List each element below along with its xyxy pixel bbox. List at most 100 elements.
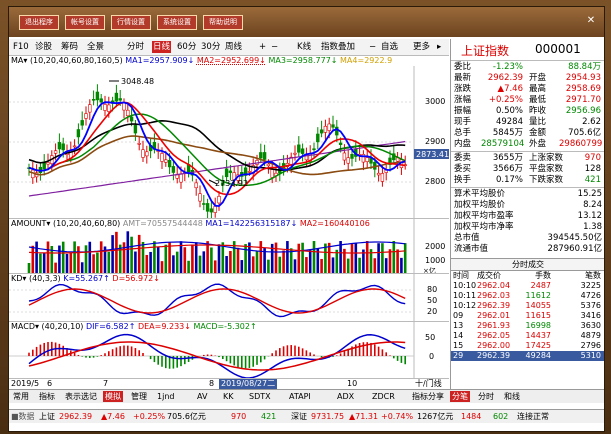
watchlist-button[interactable]: 自选	[381, 41, 398, 53]
amount-bar	[39, 253, 42, 273]
quote-label: 开盘	[529, 73, 547, 83]
amount-panel[interactable]: 2000 1000 ×亿 AMOUNT▾ (10,20,40,60,80) AM…	[9, 219, 449, 274]
tick-cell: 16998	[525, 321, 551, 330]
f10-button[interactable]: F10	[13, 41, 29, 53]
amount-bar	[130, 236, 133, 273]
quote-label: 最高	[529, 84, 547, 94]
bottom-tab[interactable]: KK	[221, 391, 236, 402]
bottom-tab[interactable]: 管理	[129, 391, 149, 402]
quote-value: 3566万	[492, 164, 523, 174]
quote-label: 金额	[529, 128, 547, 138]
amount-bar	[236, 247, 240, 273]
tick-cell: 2962.39	[477, 301, 511, 310]
amount-bar	[194, 242, 198, 273]
bottom-tab[interactable]: ADX	[335, 391, 356, 402]
bottom-tab[interactable]: 表示选记	[63, 391, 99, 402]
right-tab[interactable]: 和线	[502, 391, 522, 402]
panorama-button[interactable]: 全景	[87, 41, 104, 53]
60min-button[interactable]: 60分	[177, 41, 196, 53]
bottom-tab[interactable]: ZDCR	[370, 391, 397, 402]
candle-body	[266, 163, 271, 167]
amount-legend-0[interactable]: AMOUNT▾	[11, 219, 50, 228]
bottom-tab[interactable]: 常用	[11, 391, 31, 402]
account-settings-button[interactable]: 帐号设置	[65, 15, 105, 30]
exit-button[interactable]: 退出程序	[19, 15, 59, 30]
candle-body	[202, 203, 206, 205]
kline-svg: 3048.48 2733.92 3000 2900 2873.41 2800	[9, 66, 449, 218]
candle-body	[365, 157, 369, 162]
system-settings-button[interactable]: 系统设置	[157, 15, 197, 30]
candle-body	[338, 142, 343, 145]
tick-cell: 14	[453, 331, 464, 340]
tick-tab[interactable]: 分时成交	[451, 258, 604, 271]
kline-button[interactable]: K线	[297, 41, 311, 53]
macd-legend-0[interactable]: MACD▾	[11, 322, 39, 331]
quote-label: 下跌家数	[529, 175, 564, 185]
bottom-tab[interactable]: SDTX	[247, 391, 273, 402]
amount-bar	[388, 249, 392, 273]
amount-bar	[149, 251, 152, 273]
scroll-right-icon[interactable]: ▸	[437, 41, 441, 53]
candle-body	[129, 116, 134, 122]
main-kline-panel[interactable]: MA▾ (10,20,40,60,80,160,5) MA1=2957.909↓…	[9, 56, 449, 219]
bottom-tab[interactable]: 指标	[37, 391, 57, 402]
quote-settings-button[interactable]: 行情设置	[111, 15, 151, 30]
candle-body	[259, 152, 263, 159]
quote-label: 量比	[529, 117, 547, 127]
quote-value: 394545.50亿	[547, 233, 602, 243]
chart-toolbar: F10 诊股 筹码 全景 分时 日线 60分 30分 周线 + − K线 指数叠…	[9, 39, 449, 56]
30min-button[interactable]: 30分	[201, 41, 220, 53]
quote-row: 最新 2962.39 开盘 2954.93	[451, 73, 604, 84]
quote-value: 15.25	[577, 189, 602, 199]
kd-legend-2: K=55.267↑	[63, 274, 110, 283]
zoom-in-button[interactable]: +	[259, 41, 266, 53]
amount-bar	[286, 241, 289, 273]
amount-bar	[107, 251, 111, 273]
tick-header-cell: 手数	[535, 271, 551, 280]
bottom-tab[interactable]: ATAPI	[287, 391, 313, 402]
bottom-tab[interactable]: 1jnd	[155, 391, 176, 402]
macd-axis-0: 0	[429, 352, 434, 361]
close-icon[interactable]: ✕	[586, 16, 596, 26]
amount-bar	[88, 241, 92, 273]
chip-button[interactable]: 筹码	[61, 41, 78, 53]
amount-bar	[80, 262, 84, 273]
quote-value: 2971.70	[565, 95, 601, 105]
candle-body	[46, 162, 50, 165]
zoom-out-button[interactable]: −	[271, 41, 278, 53]
kd-panel[interactable]: 80 50 20 KD▾ (40,3,3) K=55.267↑ D=56.972…	[9, 274, 449, 322]
amount-legend-2: AMT=70557544448	[122, 219, 203, 228]
bottom-tab[interactable]: AV	[195, 391, 209, 402]
right-tab[interactable]: 分笔	[450, 391, 470, 402]
amount-bar	[187, 260, 190, 273]
amount-bar	[259, 241, 263, 273]
more-button[interactable]: 更多	[413, 41, 430, 53]
candle-body	[84, 113, 88, 119]
help-button[interactable]: 帮助说明	[203, 15, 243, 30]
tick-cell: 17425	[525, 341, 551, 350]
amount-bar	[92, 254, 95, 273]
weekly-button[interactable]: 周线	[225, 41, 242, 53]
tick-row: 10:11 2962.03 11612 4726	[451, 291, 604, 301]
daily-button[interactable]: 日线	[152, 41, 172, 53]
bottom-tab[interactable]: 指标分享	[410, 391, 446, 402]
minus-button[interactable]: −	[369, 41, 376, 53]
macd-panel[interactable]: 50 0 MACD▾ (40,20,10) DIF=6.582↑ DEA=9.2…	[9, 322, 449, 379]
bottom-tab[interactable]: 模拟	[103, 391, 123, 402]
diagnose-button[interactable]: 诊股	[35, 41, 52, 53]
quote-title: 上证指数 000001	[451, 39, 604, 59]
intraday-button[interactable]: 分时	[127, 41, 144, 53]
amount-unit: ×亿	[423, 266, 436, 273]
quote-value: ▲7.46	[497, 84, 523, 94]
index-overlay-button[interactable]: 指数叠加	[321, 41, 355, 53]
app-window: 退出程序 帐号设置 行情设置 系统设置 帮助说明 ✕ F10 诊股 筹码 全景 …	[8, 6, 605, 432]
tick-row: 10:10 2962.04 2487 3225	[451, 281, 604, 291]
cursor-date-label: 2019/08/27二	[219, 379, 278, 389]
amount-bar	[251, 256, 255, 273]
kd-legend-0[interactable]: KD▾	[11, 274, 26, 283]
candle-body	[217, 196, 221, 204]
quote-row: 涨幅 +0.25% 最低 2971.70	[451, 95, 604, 106]
axis-mode-label[interactable]: 十/门线	[415, 379, 442, 389]
amount-bar	[301, 242, 304, 273]
right-tab[interactable]: 分时	[476, 391, 496, 402]
